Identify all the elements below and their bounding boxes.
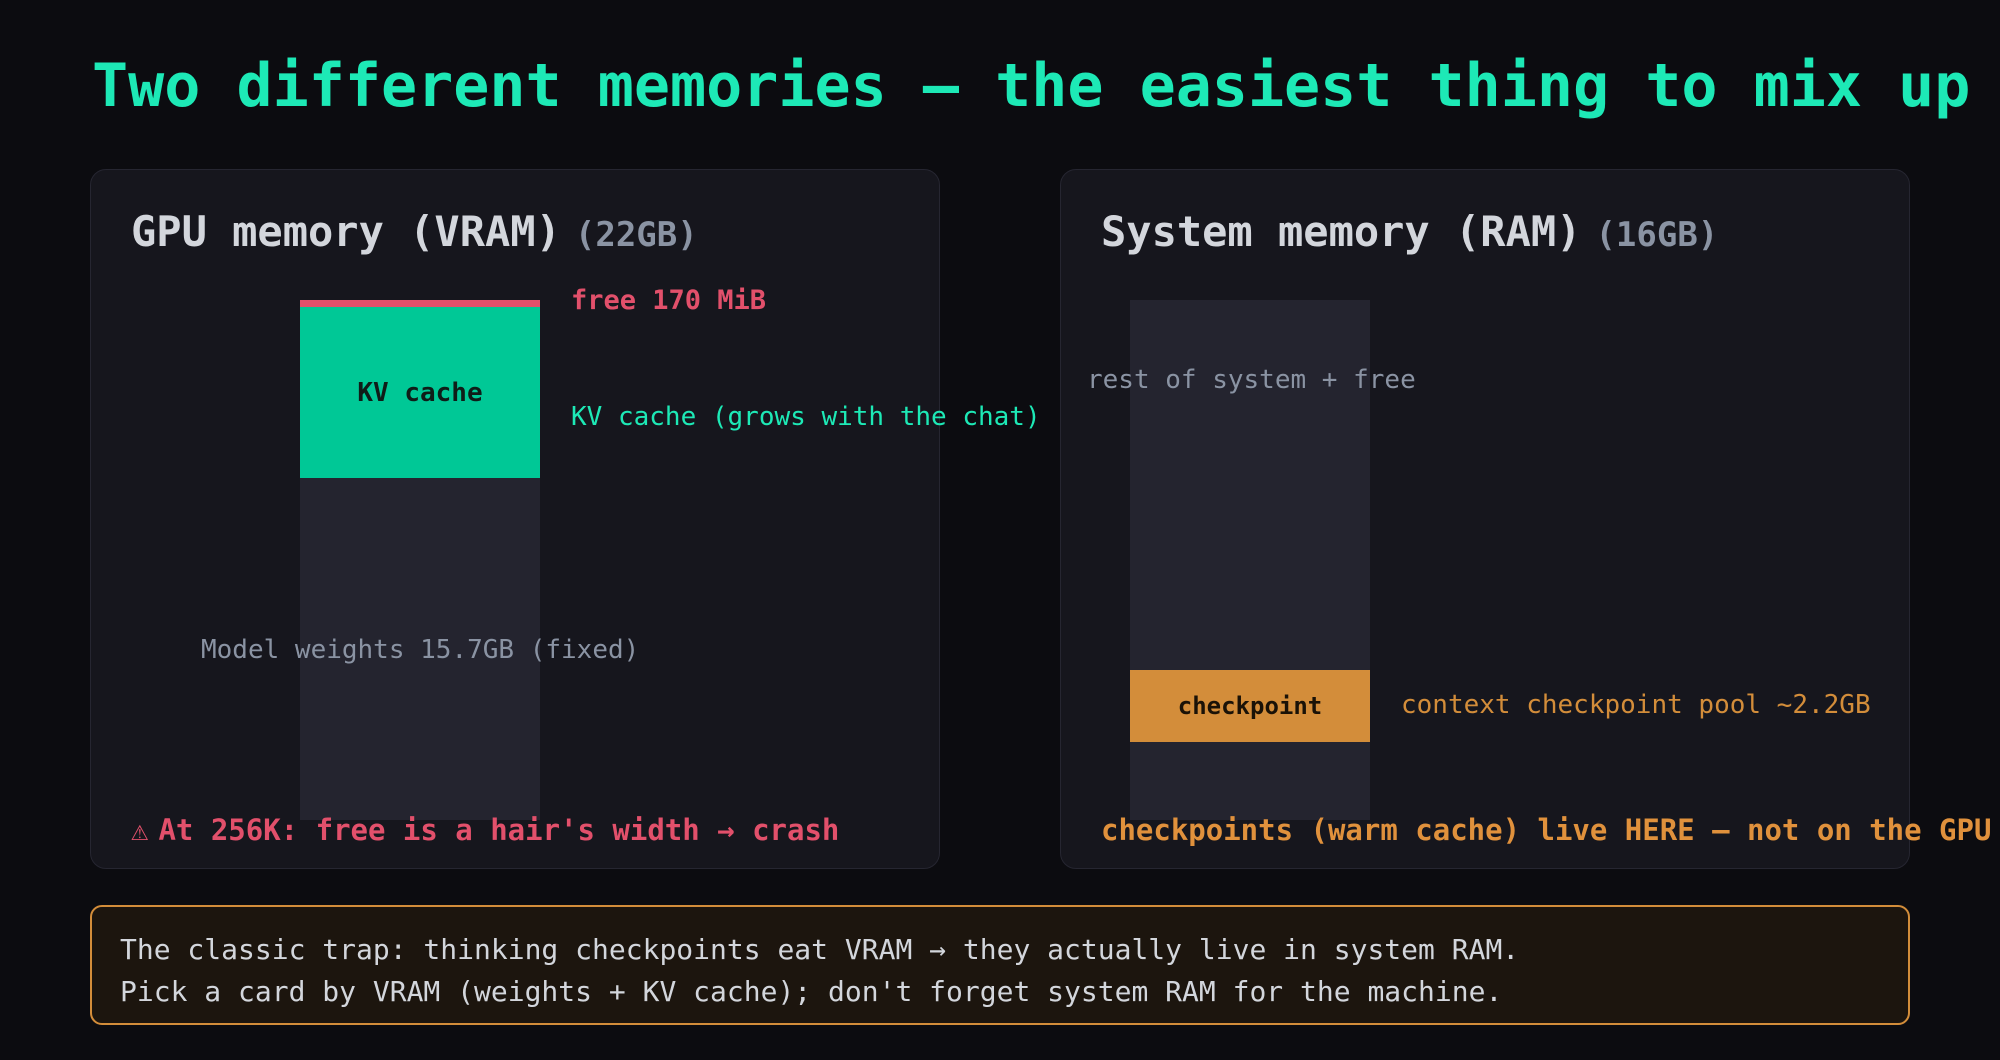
model-weights-label: Model weights 15.7GB (fixed): [201, 635, 640, 665]
ram-panel-title: System memory (RAM) (16GB): [1101, 202, 1718, 265]
warning-icon: ⚠: [131, 813, 149, 847]
vram-free-segment: [300, 300, 540, 307]
ram-heading: System memory (RAM): [1101, 207, 1582, 256]
callout-line-1: The classic trap: thinking checkpoints e…: [120, 933, 1520, 966]
vram-heading: GPU memory (VRAM): [131, 207, 561, 256]
vram-size: (22GB): [574, 215, 698, 255]
vram-free-label: free 170 MiB: [571, 285, 767, 316]
vram-warning-text: At 256K: free is a hair's width → crash: [158, 813, 840, 847]
ram-size: (16GB): [1595, 215, 1719, 255]
kv-cache-segment-label: KV cache: [357, 377, 483, 408]
checkpoint-segment: checkpoint: [1130, 670, 1370, 742]
callout-box: The classic trap: thinking checkpoints e…: [90, 905, 1910, 1025]
vram-warning: ⚠ At 256K: free is a hair's width → crash: [131, 810, 839, 850]
checkpoint-pool-label: context checkpoint pool ~2.2GB: [1401, 690, 1871, 720]
vram-panel: GPU memory (VRAM) (22GB) KV cache free 17…: [90, 169, 1041, 869]
ram-panel: System memory (RAM) (16GB) checkpoint res…: [1060, 169, 1991, 869]
kv-cache-segment: KV cache: [300, 307, 540, 478]
callout-line-2: Pick a card by VRAM (weights + KV cache)…: [120, 975, 1503, 1008]
vram-panel-title: GPU memory (VRAM) (22GB): [131, 202, 698, 265]
page-title: Two different memories — the easiest thi…: [92, 51, 1971, 121]
kv-cache-label: KV cache (grows with the chat): [571, 402, 1041, 432]
checkpoint-segment-label: checkpoint: [1177, 692, 1323, 720]
ram-rest-label: rest of system + free: [1087, 365, 1416, 395]
vram-bar: KV cache: [300, 300, 540, 820]
ram-note: checkpoints (warm cache) live HERE — not…: [1101, 813, 1992, 847]
